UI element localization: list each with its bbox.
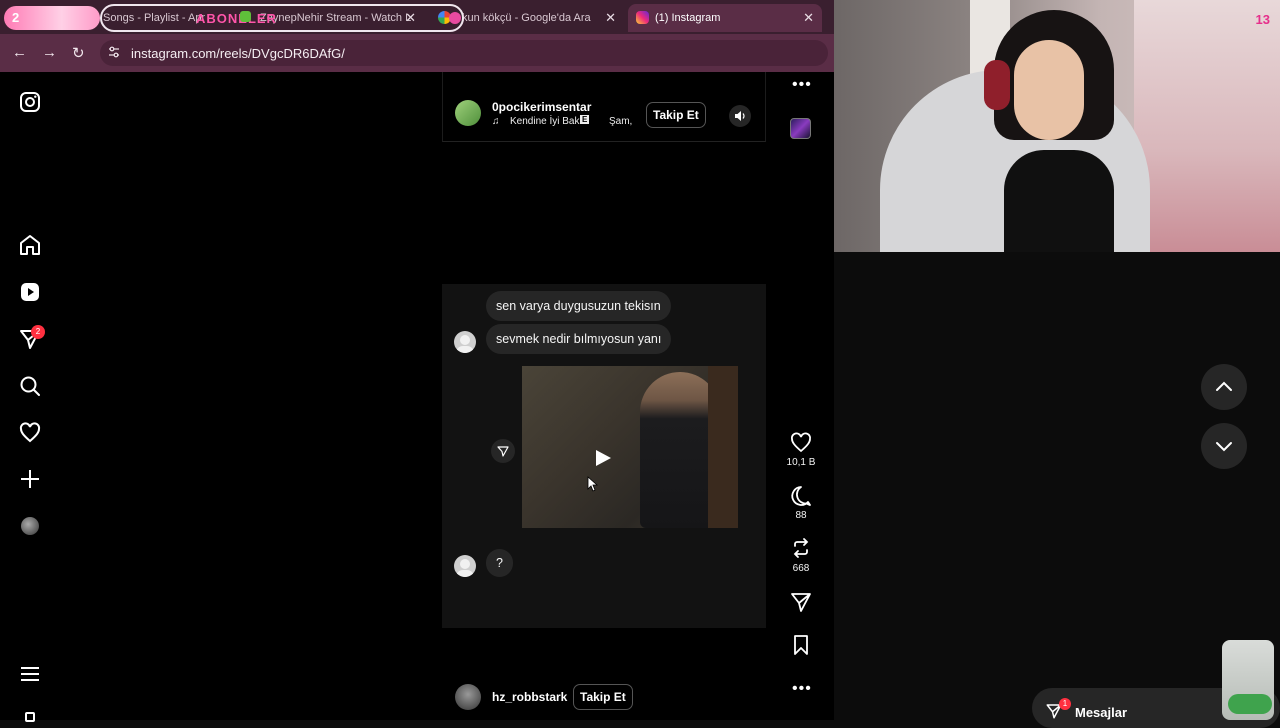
message-bubble: sevmek nedir bılmıyosun yanı — [486, 324, 672, 354]
profile-avatar[interactable] — [21, 517, 39, 535]
like-icon[interactable] — [786, 431, 816, 453]
more-options-icon[interactable]: ••• — [792, 680, 812, 698]
close-icon[interactable]: ✕ — [605, 10, 616, 26]
subscriber-counter: 2 — [12, 10, 20, 25]
message-bubble: ? — [486, 549, 513, 577]
messages-label: Mesajlar — [1075, 705, 1128, 720]
explicit-badge: E — [580, 115, 590, 124]
next-reel-button[interactable] — [1201, 423, 1247, 469]
heart-icon[interactable] — [18, 421, 42, 445]
chevron-up-icon — [1216, 381, 1232, 391]
reload-icon[interactable]: ↻ — [72, 44, 85, 62]
reel-username[interactable]: hz_robbstark — [492, 690, 567, 704]
cursor-icon — [587, 476, 598, 492]
reel-top-card — [442, 72, 766, 142]
notification-badge: 2 — [31, 325, 45, 339]
video-background — [708, 366, 738, 528]
play-icon[interactable] — [592, 447, 614, 469]
avatar[interactable] — [455, 100, 481, 126]
like-count: 10,1 B — [786, 457, 816, 468]
webcam-poster — [1134, 0, 1280, 252]
send-icon — [497, 446, 509, 457]
tab-instagram[interactable]: (1) Instagram ✕ — [628, 4, 822, 32]
avatar[interactable] — [455, 684, 481, 710]
webcam-overlay: 13 — [834, 0, 1280, 252]
follow-button[interactable]: Takip Et — [646, 102, 706, 128]
save-icon[interactable] — [786, 634, 816, 656]
webcam-face — [1014, 40, 1084, 140]
previous-reel-button[interactable] — [1201, 364, 1247, 410]
avatar — [454, 555, 476, 577]
comment-icon[interactable] — [786, 485, 816, 507]
create-icon[interactable] — [18, 467, 42, 491]
more-options-icon[interactable]: ••• — [792, 76, 812, 94]
instagram-logo-icon[interactable] — [18, 90, 42, 114]
headphones — [984, 60, 1010, 110]
plant-leaves — [1228, 694, 1272, 714]
tab-label: (1) Instagram — [655, 12, 721, 24]
frog-icon — [240, 11, 251, 22]
url-text: instagram.com/reels/DVgcDR6DAfG/ — [131, 46, 345, 61]
music-icon: ♫ — [492, 116, 500, 127]
speaker-icon — [735, 111, 745, 121]
music-title[interactable]: Kendine İyi Bak — [510, 116, 580, 127]
subscriber-overlay-frame — [100, 4, 464, 32]
search-icon[interactable] — [18, 374, 42, 398]
webcam-counter: 13 — [1255, 12, 1270, 27]
instagram-favicon-icon — [636, 11, 649, 24]
reel-username[interactable]: 0pocikerimsentar — [492, 100, 591, 114]
follow-button[interactable]: Takip Et — [573, 684, 633, 710]
forward-icon[interactable]: → — [42, 44, 57, 61]
music-artist: Şam, — [609, 116, 633, 127]
audio-thumbnail[interactable] — [790, 118, 811, 139]
messages-badge: 1 — [1059, 698, 1071, 710]
close-icon[interactable]: ✕ — [803, 10, 814, 26]
tab-bar: Songs - Playlist - Apr ZeynepNehir Strea… — [0, 0, 834, 34]
repost-count: 668 — [792, 563, 810, 574]
browser-window: Songs - Playlist - Apr ZeynepNehir Strea… — [0, 0, 834, 722]
comment-count: 88 — [795, 510, 807, 521]
message-bubble: sen varya duygusuzun tekisın — [486, 291, 671, 321]
emoji-icon — [449, 12, 461, 24]
more-apps-icon[interactable] — [25, 712, 35, 722]
tab-label: kun kökçü - Google'da Ara — [462, 12, 591, 24]
shared-video-thumbnail[interactable] — [522, 366, 738, 528]
back-icon[interactable]: ← — [12, 44, 27, 61]
repost-icon[interactable] — [786, 537, 816, 559]
site-settings-icon[interactable] — [108, 46, 120, 58]
send-icon[interactable] — [786, 591, 816, 613]
chevron-down-icon — [1216, 442, 1232, 452]
reels-icon[interactable] — [18, 280, 42, 304]
menu-icon[interactable] — [18, 662, 42, 686]
webcam-shirt — [1004, 150, 1114, 252]
share-button[interactable] — [491, 439, 515, 463]
home-icon[interactable] — [18, 233, 42, 257]
subscriber-label: ABONELER — [196, 11, 277, 26]
reel-letterbox — [442, 170, 766, 284]
mute-button[interactable] — [729, 105, 751, 127]
avatar — [454, 331, 476, 353]
